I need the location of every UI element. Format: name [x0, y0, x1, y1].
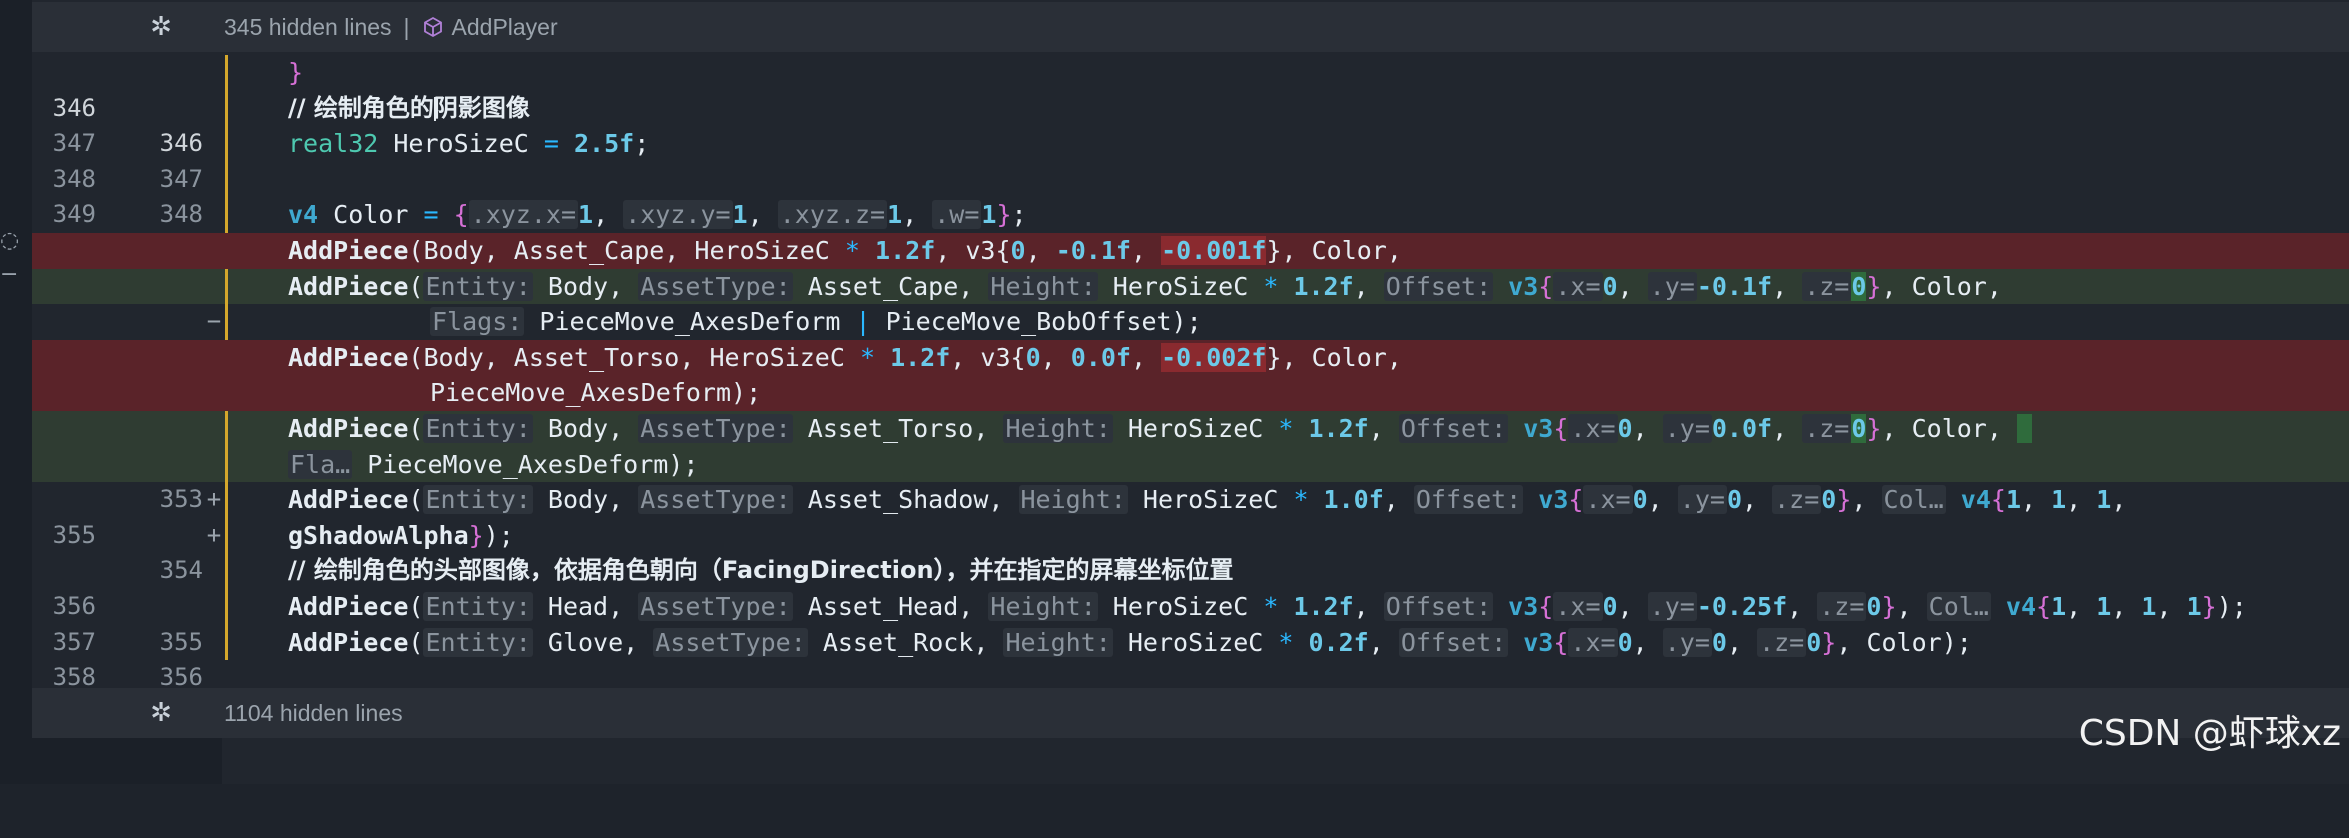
breadcrumb-symbol[interactable]: AddPlayer	[452, 14, 558, 40]
code-text[interactable]: AddPiece(Entity: Body, AssetType: Asset_…	[288, 482, 2126, 518]
gutter-change-bar	[225, 588, 228, 625]
code-line[interactable]: 346 346 }	[32, 55, 2349, 157]
code-line-added[interactable]: 353 + AddPiece(Entity: Body, AssetType: A…	[32, 410, 2349, 513]
code-text[interactable]: PieceMove_AxesDeform);	[430, 375, 761, 411]
code-text[interactable]: AddPiece(Entity: Glove, AssetType: Asset…	[288, 625, 1972, 661]
text-cursor	[434, 96, 436, 121]
code-text[interactable]: }	[288, 55, 303, 91]
gutter-change-bar	[225, 624, 228, 661]
gutter-change-bar	[225, 517, 228, 554]
gutter-change-bar	[225, 55, 228, 91]
hidden-lines-count: 345 hidden lines	[224, 14, 392, 40]
code-line-deleted[interactable]: 353 − AddPiece(Body, Asset_Torso, HeroSi…	[32, 339, 2349, 442]
collapse-dash-icon[interactable]: −	[0, 262, 18, 287]
code-text[interactable]: AddPiece(Body, Asset_Cape, HeroSizeC * 1…	[288, 233, 1402, 269]
comment-icon[interactable]: ◌	[0, 228, 19, 253]
code-line[interactable]: gShadowAlpha});	[32, 517, 2349, 554]
gutter-change-bar	[225, 553, 228, 589]
code-text[interactable]: AddPiece(Entity: Head, AssetType: Asset_…	[288, 589, 2247, 625]
fold-label: 345 hidden lines | AddPlayer	[224, 2, 558, 52]
code-line[interactable]: 357 356 AddPiece(Entity: Head, AssetType…	[32, 588, 2349, 691]
diff-editor: ✲ 345 hidden lines | AddPlayer 346 346 } 3…	[32, 0, 2349, 784]
code-text[interactable]: AddPiece(Entity: Body, AssetType: Asset_…	[288, 269, 2002, 305]
code-line[interactable]: 349 349	[32, 161, 2349, 264]
hidden-lines-count: 1104 hidden lines	[224, 700, 403, 726]
code-lines: 346 346 } 347 347 // 绘制角色的阴影图像 348 348 r…	[32, 55, 2349, 762]
code-text[interactable]: AddPiece(Entity: Body, AssetType: Asset_…	[288, 411, 2033, 447]
code-line-deleted[interactable]: 354 − PieceMove_AxesDeform);	[32, 375, 2349, 478]
gutter-change-bar	[225, 161, 228, 198]
code-line-added[interactable]: + Fla… PieceMove_AxesDeform);	[32, 446, 2349, 549]
symbol-cube-icon	[423, 16, 442, 37]
expand-fold-icon[interactable]: ✲	[143, 9, 179, 45]
left-activity-strip: ◌ −	[0, 0, 32, 784]
hidden-lines-fold-top[interactable]: ✲ 345 hidden lines | AddPlayer	[32, 2, 2349, 52]
gutter-change-bar	[225, 304, 228, 340]
code-line[interactable]: 358 357 AddPiece(Entity: Glove, AssetTyp…	[32, 624, 2349, 727]
gutter-change-bar	[225, 446, 228, 483]
code-text[interactable]: Flags: PieceMove_AxesDeform | PieceMove_…	[430, 304, 1202, 340]
code-text[interactable]: Fla… PieceMove_AxesDeform);	[288, 447, 698, 483]
hidden-lines-fold-bottom[interactable]: ✲ 1104 hidden lines	[32, 688, 2349, 738]
code-line-deleted[interactable]: 351 − AddPiece(Body, Asset_Cape, HeroSiz…	[32, 232, 2349, 335]
code-text[interactable]: gShadowAlpha});	[288, 518, 514, 554]
gutter-change-bar	[225, 197, 228, 233]
gutter-change-bar	[225, 126, 228, 162]
code-comment[interactable]: // 绘制角色的阴影图像	[288, 91, 530, 127]
code-line[interactable]: 356 355 // 绘制角色的头部图像，依据角色朝向（FacingDirect…	[32, 553, 2349, 656]
code-line[interactable]: 352 352 Flags: PieceMove_AxesDeform | Pi…	[32, 304, 2349, 406]
code-text[interactable]: real32 HeroSizeC = 2.5f;	[288, 126, 649, 162]
gutter-change-bar	[225, 268, 228, 305]
gutter-change-bar	[225, 482, 228, 518]
code-line[interactable]: 348 348 real32 HeroSizeC = 2.5f;	[32, 126, 2349, 228]
code-comment[interactable]: // 绘制角色的头部图像，依据角色朝向（FacingDirection），并在指…	[288, 553, 1234, 589]
expand-fold-icon[interactable]: ✲	[143, 695, 179, 731]
watermark: CSDN @虾球xz	[2078, 713, 2341, 754]
code-text[interactable]: v4 Color = {.xyz.x=1, .xyz.y=1, .xyz.z=1…	[288, 197, 1027, 233]
code-text[interactable]: AddPiece(Body, Asset_Torso, HeroSizeC * …	[288, 340, 1402, 376]
gutter-change-bar	[225, 410, 228, 447]
gutter-filler	[32, 738, 222, 784]
gutter-change-bar	[225, 90, 228, 127]
fold-separator: |	[403, 14, 410, 40]
code-line[interactable]: 350 350 v4 Color = {.xyz.x=1, .xyz.y=1, …	[32, 197, 2349, 300]
code-line-added[interactable]: 351+ AddPiece(Entity: Body, AssetType: A…	[32, 268, 2349, 371]
code-line[interactable]: 347 347 // 绘制角色的阴影图像	[32, 90, 2349, 193]
code-line[interactable]: 355 354 AddPiece(Entity: Body, AssetType…	[32, 482, 2349, 584]
